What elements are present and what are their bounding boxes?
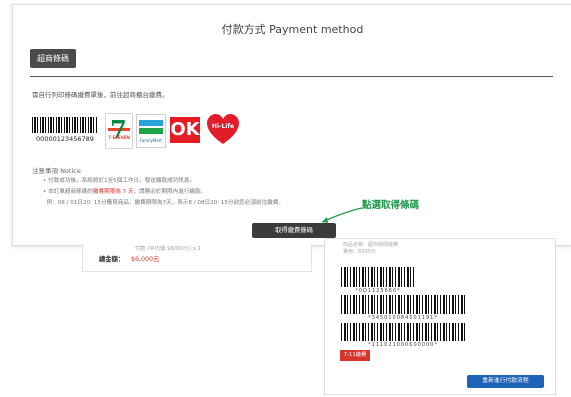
get-barcode-button[interactable]: 取得繳費條碼 bbox=[252, 223, 336, 238]
store-badge: 7-11繳費 bbox=[340, 350, 370, 361]
barcode-1 bbox=[341, 267, 415, 287]
sample-barcode: 00000123456789 bbox=[32, 117, 98, 143]
barcode-2-number: *345010084501191* bbox=[368, 315, 438, 321]
familymart-logo: FamilyMart bbox=[136, 114, 166, 148]
notice-item: • 本訂單超商條碼的繳費期限為 7 天，請務必於期限內進行繳款。 bbox=[43, 189, 207, 195]
sheet-line-product: 商品名稱：超商條碼繳費 bbox=[343, 242, 399, 248]
callout-label: 點選取得條碼 bbox=[362, 200, 420, 211]
sample-barcode-number: 00000123456789 bbox=[36, 135, 94, 143]
notice-heading: 注意事項 Notice bbox=[32, 167, 81, 175]
svg-text:Hi-Life: Hi-Life bbox=[212, 123, 234, 130]
hilife-logo: Hi-Life bbox=[207, 114, 239, 144]
page-title: 付款方式 Payment method bbox=[221, 23, 364, 36]
order-line-item: 付款 (平均價 $6000元) x 1 bbox=[135, 246, 202, 252]
barcode-3-number: *111021000600000* bbox=[368, 342, 438, 348]
intro-text: 需自行列印條碼繳費單後，前往超商櫃台繳費。 bbox=[32, 91, 169, 99]
barcode-2 bbox=[341, 295, 465, 314]
arrow-icon bbox=[321, 207, 363, 223]
payment-panel: 付款方式 Payment method 超商條碼 需自行列印條碼繳費單後，前往超… bbox=[12, 4, 571, 246]
notice-item: 例：08 / 01日20: 15分購買商品，繳費期限為7天，表示8 / 08日2… bbox=[46, 200, 284, 206]
notice-item: • 付款成功後，系統將於1至5個工作日，發送繳款成功訊息。 bbox=[43, 178, 196, 184]
notice-list: • 付款成功後，系統將於1至5個工作日，發送繳款成功訊息。 • 本訂單超商條碼的… bbox=[43, 176, 284, 209]
ok-mart-logo: OK bbox=[170, 117, 200, 143]
barcode-icon bbox=[32, 117, 98, 133]
sheet-line-fee: 費用：6000元 bbox=[343, 249, 376, 255]
total-value: $6,000元 bbox=[131, 256, 160, 263]
total-label: 總金額： bbox=[99, 256, 125, 263]
barcode-sheet: 商品名稱：超商條碼繳費 費用：6000元 *0D1125660* *345010… bbox=[324, 238, 556, 395]
tab-convenience-store-barcode[interactable]: 超商條碼 bbox=[30, 49, 76, 68]
barcode-3 bbox=[341, 323, 465, 341]
barcode-1-number: *0D1125660* bbox=[355, 288, 401, 294]
divider bbox=[30, 76, 553, 77]
seven-eleven-logo: 7 7-ELEVEN bbox=[105, 113, 133, 149]
restart-payment-button[interactable]: 重新進行付款流程 bbox=[467, 375, 544, 388]
